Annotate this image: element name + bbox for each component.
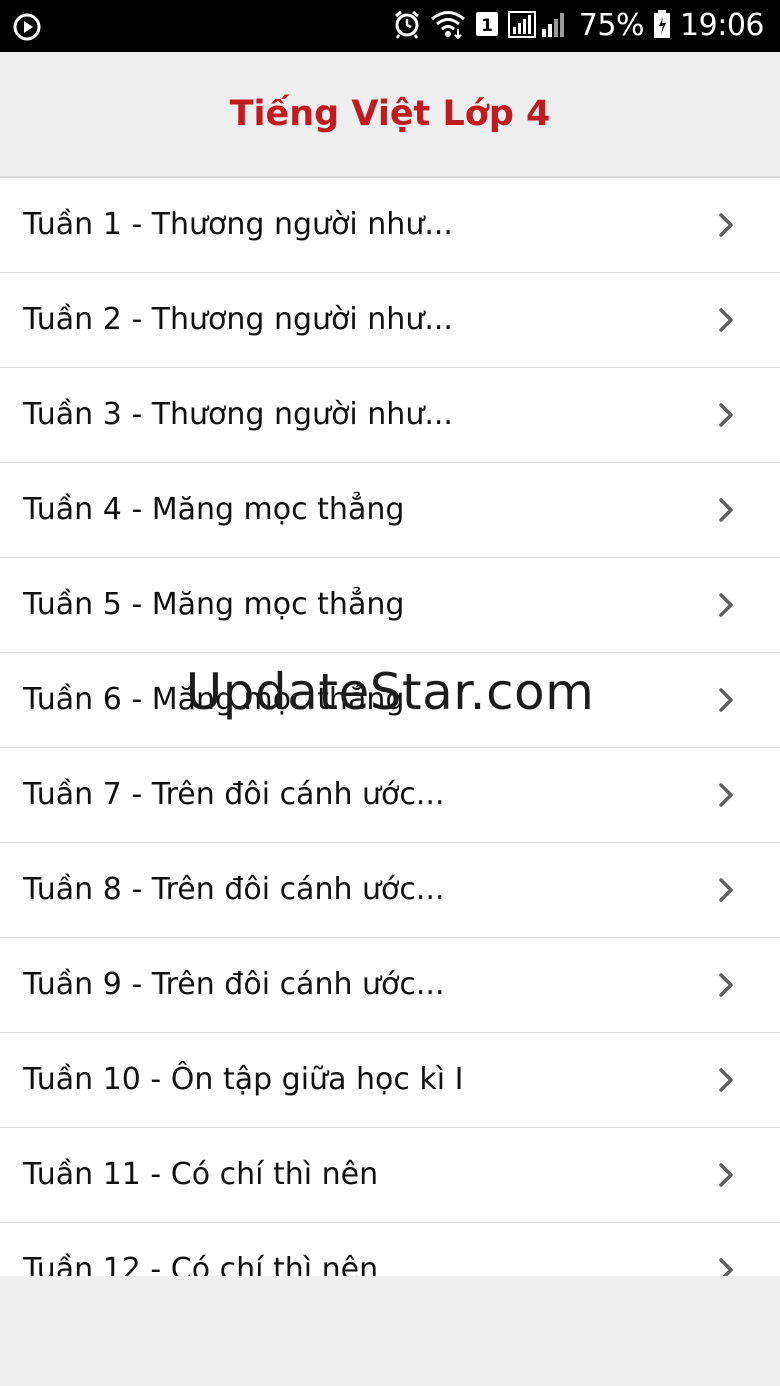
list-item-week-6[interactable]: Tuần 6 - Măng mọc thẳng — [0, 653, 780, 748]
alarm-icon — [393, 9, 421, 43]
chevron-right-icon — [712, 686, 740, 714]
page-title: Tiếng Việt Lớp 4 — [229, 94, 551, 134]
list-item-week-8[interactable]: Tuần 8 - Trên đôi cánh ước... — [0, 843, 780, 938]
chevron-right-icon — [712, 211, 740, 239]
list-item-label: Tuần 12 - Có chí thì nên — [23, 1252, 379, 1276]
list-item-label: Tuần 7 - Trên đôi cánh ước... — [23, 777, 445, 812]
clock: 19:06 — [680, 8, 764, 43]
list-item-week-12[interactable]: Tuần 12 - Có chí thì nên — [0, 1223, 780, 1276]
media-play-icon — [12, 11, 42, 41]
week-list: Tuần 1 - Thương người như... Tuần 2 - Th… — [0, 178, 780, 1276]
list-item-label: Tuần 2 - Thương người như... — [23, 302, 453, 337]
list-item-label: Tuần 8 - Trên đôi cánh ước... — [23, 872, 445, 907]
chevron-right-icon — [712, 591, 740, 619]
chevron-right-icon — [712, 1256, 740, 1276]
list-item-week-5[interactable]: Tuần 5 - Măng mọc thẳng — [0, 558, 780, 653]
chevron-right-icon — [712, 401, 740, 429]
chevron-right-icon — [712, 876, 740, 904]
list-item-label: Tuần 11 - Có chí thì nên — [23, 1157, 379, 1192]
list-item-week-11[interactable]: Tuần 11 - Có chí thì nên — [0, 1128, 780, 1223]
list-item-label: Tuần 3 - Thương người như... — [23, 397, 453, 432]
list-item-label: Tuần 9 - Trên đôi cánh ước... — [23, 967, 445, 1002]
list-item-label: Tuần 4 - Măng mọc thẳng — [23, 492, 405, 527]
list-item-label: Tuần 10 - Ôn tập giữa học kì I — [23, 1062, 464, 1097]
battery-percent: 75% — [578, 8, 645, 43]
chevron-right-icon — [712, 1161, 740, 1189]
sim-icon: 1 — [475, 10, 499, 42]
list-item-week-10[interactable]: Tuần 10 - Ôn tập giữa học kì I — [0, 1033, 780, 1128]
list-item-week-9[interactable]: Tuần 9 - Trên đôi cánh ước... — [0, 938, 780, 1033]
chevron-right-icon — [712, 971, 740, 999]
bottom-area — [0, 1276, 780, 1386]
list-item-label: Tuần 5 - Măng mọc thẳng — [23, 587, 405, 622]
chevron-right-icon — [712, 781, 740, 809]
list-item-week-3[interactable]: Tuần 3 - Thương người như... — [0, 368, 780, 463]
status-icons: 1 75% 19:06 — [393, 0, 764, 52]
chevron-right-icon — [712, 496, 740, 524]
status-bar: 1 75% 19:06 — [0, 0, 780, 52]
battery-icon — [653, 9, 671, 43]
list-item-week-7[interactable]: Tuần 7 - Trên đôi cánh ước... — [0, 748, 780, 843]
list-item-week-1[interactable]: Tuần 1 - Thương người như... — [0, 178, 780, 273]
list-item-week-4[interactable]: Tuần 4 - Măng mọc thẳng — [0, 463, 780, 558]
list-item-week-2[interactable]: Tuần 2 - Thương người như... — [0, 273, 780, 368]
signal-icon — [507, 9, 570, 43]
wifi-icon — [430, 9, 466, 43]
app-header: Tiếng Việt Lớp 4 — [0, 52, 780, 178]
list-item-label: Tuần 6 - Măng mọc thẳng — [23, 682, 405, 717]
chevron-right-icon — [712, 306, 740, 334]
chevron-right-icon — [712, 1066, 740, 1094]
list-item-label: Tuần 1 - Thương người như... — [23, 207, 453, 242]
app-screen: 1 75% 19:06 Tiếng Việt Lớp 4 Tuần 1 - Th… — [0, 0, 780, 1386]
sim-badge-text: 1 — [481, 16, 493, 36]
